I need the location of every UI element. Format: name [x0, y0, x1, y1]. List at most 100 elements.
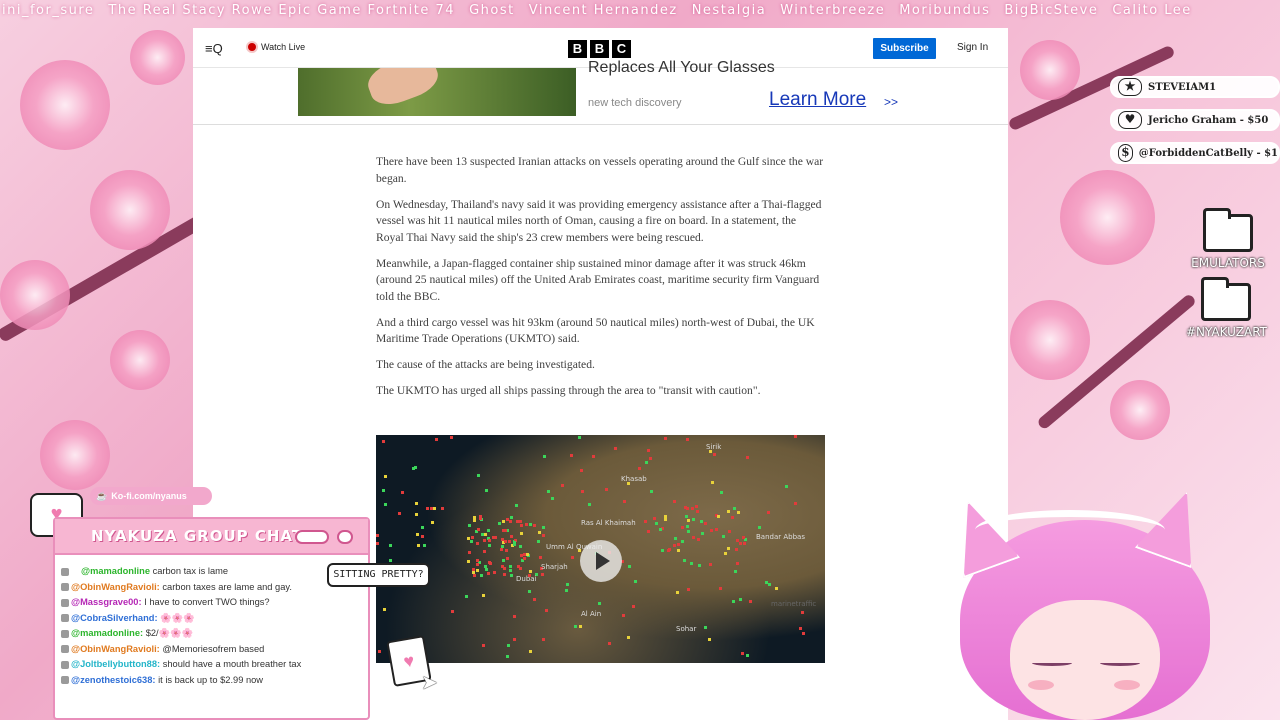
chat-panel: NYAKUZA GROUP CHAT @mamadonline carbon t… [53, 517, 370, 720]
ship-marker [698, 564, 702, 568]
ship-marker [621, 614, 625, 618]
article-paragraph: The UKMTO has urged all ships passing th… [376, 384, 761, 397]
ship-marker [598, 601, 602, 605]
ship-marker [414, 502, 418, 506]
ship-marker [509, 534, 513, 538]
star-icon: ★ [1118, 78, 1142, 96]
ship-marker [742, 541, 746, 545]
chat-text: I have to convert TWO things? [144, 597, 270, 607]
ship-marker [538, 555, 542, 559]
ship-marker [466, 560, 470, 564]
ship-marker [686, 587, 690, 591]
ship-marker [680, 526, 684, 530]
ship-marker [471, 536, 475, 540]
advertisement[interactable]: Replaces All Your Glasses new tech disco… [298, 59, 903, 116]
ship-marker [505, 557, 509, 561]
ship-marker [694, 505, 698, 509]
ship-marker [528, 650, 532, 654]
ship-marker [653, 516, 657, 520]
ship-marker [710, 480, 714, 484]
ship-marker [544, 608, 548, 612]
ship-marker [527, 589, 531, 593]
chat-username: @ObinWangRavioli: [71, 643, 160, 654]
folder-nyakuzart[interactable]: #NYAKUZART [1186, 277, 1267, 339]
folder-label: EMULATORS [1191, 256, 1265, 270]
ship-marker [533, 597, 537, 601]
folder-emulators[interactable]: EMULATORS [1188, 208, 1268, 270]
ship-marker [661, 549, 665, 553]
speech-bubble: SITTING PRETTY? [327, 563, 430, 587]
ship-marker [719, 587, 723, 591]
ship-marker [730, 515, 734, 519]
ship-marker [515, 520, 519, 524]
ad-arrow-icon: >> [884, 95, 899, 109]
video-player[interactable]: Khasab Ras Al Khaimah Umm Al Quwain Duba… [376, 435, 825, 663]
ship-marker [425, 507, 429, 511]
ad-learn-more-link[interactable]: Learn More [769, 89, 866, 111]
chat-text: @Memoriesofrem based [162, 643, 265, 654]
ship-marker [498, 521, 502, 525]
ad-headline: Replaces All Your Glasses [588, 59, 775, 76]
ship-marker [692, 518, 696, 522]
subscribe-button[interactable]: Subscribe [873, 38, 936, 59]
ship-marker [488, 544, 492, 548]
ship-marker [516, 564, 520, 568]
ship-marker [793, 435, 797, 439]
ship-marker [421, 534, 425, 538]
ticker-name: ini_for_sure [2, 3, 95, 18]
ship-marker [509, 569, 513, 573]
play-icon[interactable] [580, 540, 622, 582]
donor-ticker: ini_for_sure The Real Stacy Rowe Epic Gam… [0, 0, 1280, 24]
ship-marker [433, 506, 437, 510]
chat-text: it is back up to $2.99 now [158, 674, 264, 685]
ship-marker [672, 500, 676, 504]
chat-text: $2/🌸🌸🌸 [145, 628, 194, 638]
map-label: Al Ain [581, 610, 602, 618]
ship-marker [570, 555, 574, 559]
ship-marker [513, 614, 517, 618]
ad-image [298, 68, 576, 116]
map-label: Khasab [621, 475, 647, 483]
ship-marker [727, 547, 731, 551]
ship-marker [701, 531, 705, 535]
chat-message: @mamadonline: $2/🌸🌸🌸 [61, 626, 362, 642]
heart-icon: ♥ [1118, 111, 1142, 129]
ship-marker [735, 561, 739, 565]
chat-message: @ObinWangRavioli: carbon taxes are lame … [61, 580, 362, 596]
ship-marker [505, 548, 509, 552]
ship-marker [550, 497, 554, 501]
chat-message: @zenothestoic638: it is back up to $2.99… [61, 673, 362, 689]
sign-in-button[interactable]: Sign In [957, 42, 988, 53]
ship-marker [716, 515, 720, 519]
chat-username: @mamadonline: [71, 628, 144, 638]
ship-marker [738, 542, 742, 546]
ship-marker [644, 519, 648, 523]
kofi-link[interactable]: ☕ Ko-fi.com/nyanus [90, 487, 212, 505]
ship-marker [732, 600, 736, 604]
bbc-logo[interactable]: B B C [568, 40, 631, 58]
ship-marker [726, 510, 730, 514]
ship-marker [536, 539, 540, 543]
ship-marker [472, 519, 476, 523]
chat-text: carbon taxes are lame and gay. [162, 581, 292, 592]
chat-message: @mamadonline carbon tax is lame [61, 564, 362, 580]
ship-marker [518, 519, 522, 523]
ship-marker [649, 489, 653, 493]
ship-marker [578, 625, 582, 629]
ship-marker [487, 529, 491, 533]
ship-marker [699, 520, 703, 524]
ship-marker [672, 544, 676, 548]
chat-message: @CobraSilverhand: 🌸🌸🌸 [61, 611, 362, 627]
ship-marker [491, 536, 495, 540]
ship-marker [383, 475, 387, 479]
watch-live-link[interactable]: Watch Live [248, 42, 305, 52]
menu-search-button[interactable]: ≡Q [205, 41, 223, 56]
ship-marker [383, 607, 387, 611]
ship-marker [512, 543, 516, 547]
ship-marker [415, 512, 419, 516]
ship-marker [502, 573, 506, 577]
ship-marker [503, 529, 507, 533]
ship-marker [588, 502, 592, 506]
ship-marker [675, 590, 679, 594]
ship-marker [398, 512, 402, 516]
